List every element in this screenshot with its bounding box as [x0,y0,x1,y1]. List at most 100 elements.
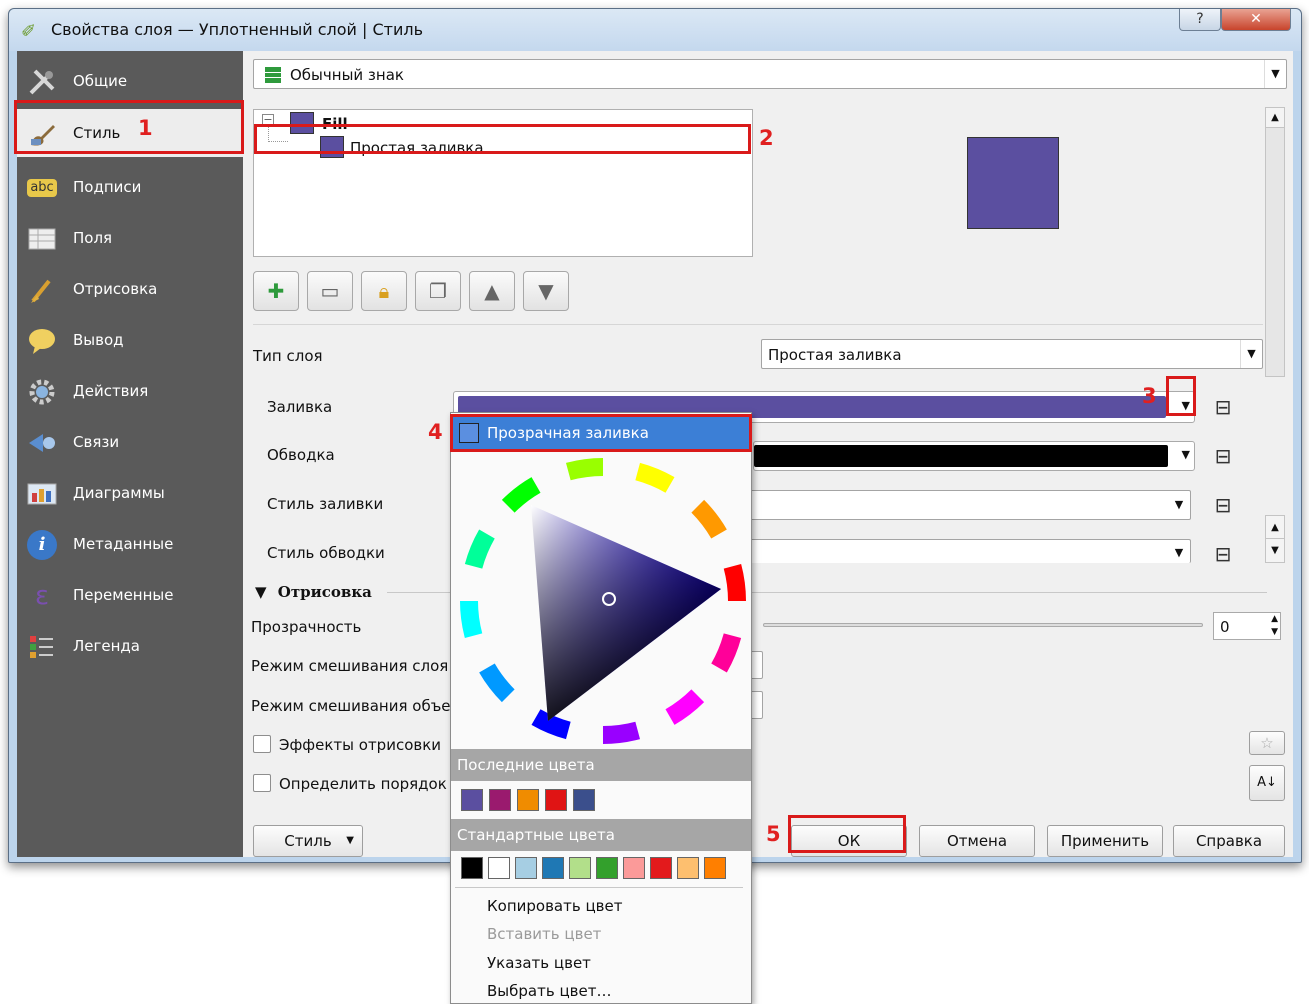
annotation-box-style [14,100,244,154]
effects-checkbox[interactable] [253,735,271,753]
stroke-color-bar [754,445,1168,467]
spin-up-icon[interactable]: ▲ [1271,613,1278,626]
apply-button[interactable]: Применить [1047,825,1163,857]
move-down-button[interactable]: ▼ [523,271,569,311]
opacity-slider[interactable] [763,623,1203,627]
data-defined-override-icon[interactable]: ⊟ [1205,491,1241,519]
stroke-label: Обводка [267,446,335,464]
annotation-box-fill-dropdown [1166,376,1196,416]
stroke-style-select[interactable]: ▼ [743,539,1191,563]
sidebar-item-label: Общие [73,72,128,90]
effects-settings-button[interactable]: ☆ [1249,731,1285,755]
scroll-down-icon[interactable]: ▼ [1266,539,1284,562]
sidebar-item-metadata[interactable]: i Метаданные [17,520,243,568]
sidebar-item-rendering[interactable]: Отрисовка [17,265,243,313]
sidebar-item-legend[interactable]: Легенда [17,622,243,670]
sidebar-item-diagrams[interactable]: Диаграммы [17,469,243,517]
annotation-number: 5 [766,822,781,846]
menu-separator [455,887,743,888]
standard-color-swatch[interactable] [542,857,564,879]
gear-icon [27,377,57,407]
recent-color-swatch[interactable] [517,789,539,811]
standard-color-swatch[interactable] [596,857,618,879]
remove-layer-button[interactable]: ▭ [307,271,353,311]
lock-layer-button[interactable]: 🔒︎ [361,271,407,311]
scroll-up-icon[interactable]: ▲ [1266,516,1284,539]
sidebar-item-display[interactable]: Вывод [17,316,243,364]
standard-color-swatch[interactable] [650,857,672,879]
renderer-select[interactable]: Обычный знак ▼ [253,59,1287,89]
sort-order-button[interactable]: A↓ [1249,765,1285,801]
help-button[interactable]: ? [1179,9,1221,31]
style-button-label: Стиль [284,832,332,850]
sidebar-item-labels[interactable]: abc Подписи [17,163,243,211]
style-panel: Обычный знак ▼ − Fill Простая заливка ▲ … [243,51,1293,857]
fill-style-select[interactable]: ▼ [743,490,1191,520]
chevron-down-icon[interactable]: ▼ [1182,448,1190,461]
order-label: Определить порядок с [279,775,460,793]
order-checkbox[interactable] [253,774,271,792]
annotation-number: 4 [428,420,443,444]
color-picker-popup: Прозрачная заливка Последние цвета Станд… [450,412,752,1004]
standard-color-swatch[interactable] [515,857,537,879]
sidebar-item-fields[interactable]: Поля [17,214,243,262]
chevron-down-icon: ▼ [1240,340,1262,368]
recent-color-swatch[interactable] [461,789,483,811]
annotation-box-simple-fill [254,124,751,154]
sidebar-item-label: Отрисовка [73,280,158,298]
add-layer-button[interactable]: ✚ [253,271,299,311]
close-button[interactable]: ✕ [1221,9,1291,31]
scrollbar-top[interactable]: ▲ [1265,107,1285,377]
abc-label-icon: abc [27,179,57,197]
sidebar-item-label: Легенда [73,637,140,655]
sidebar-item-joins[interactable]: Связи [17,418,243,466]
recent-color-swatch[interactable] [545,789,567,811]
sidebar-item-label: Метаданные [73,535,174,553]
layer-type-select[interactable]: Простая заливка ▼ [761,339,1263,369]
symbol-preview [967,137,1059,229]
recent-color-swatch[interactable] [489,789,511,811]
sidebar-item-general[interactable]: Общие [17,57,243,105]
recent-color-swatch[interactable] [573,789,595,811]
sidebar-item-actions[interactable]: Действия [17,367,243,415]
standard-color-swatch[interactable] [704,857,726,879]
speech-bubble-icon [27,326,57,356]
recent-colors-header: Последние цвета [451,749,751,781]
data-defined-override-icon[interactable]: ⊟ [1205,393,1241,421]
color-wheel[interactable] [455,453,751,749]
standard-color-swatch[interactable] [623,857,645,879]
qgis-icon: ✐ [21,21,37,42]
scroll-up-icon[interactable]: ▲ [1266,108,1284,128]
style-menu-button[interactable]: Стиль ▼ [253,825,363,857]
standard-color-swatch[interactable] [677,857,699,879]
rendering-section-header[interactable]: ▼ Отрисовка [255,583,372,601]
collapse-arrow-icon: ▼ [255,583,267,601]
help-dialog-button[interactable]: Справка [1173,825,1285,857]
copy-color-item[interactable]: Копировать цвет [487,897,622,915]
annotation-box-ok [788,815,906,853]
annotation-box-transparent [450,414,752,452]
sidebar-item-label: Диаграммы [73,484,165,502]
sidebar-item-variables[interactable]: ε Переменные [17,571,243,619]
standard-color-swatch[interactable] [488,857,510,879]
chevron-down-icon: ▼ [1264,60,1286,88]
data-defined-override-icon[interactable]: ⊟ [1205,442,1241,470]
divider [253,324,1263,325]
standard-color-swatch[interactable] [461,857,483,879]
move-up-button[interactable]: ▲ [469,271,515,311]
standard-color-swatch[interactable] [569,857,591,879]
pick-color-item[interactable]: Указать цвет [487,954,591,972]
spin-down-icon[interactable]: ▼ [1271,626,1278,639]
duplicate-layer-button[interactable]: ❐ [415,271,461,311]
sidebar-item-label: Поля [73,229,113,247]
sidebar-item-label: Переменные [73,586,174,604]
data-defined-override-icon[interactable]: ⊟ [1205,540,1241,568]
layer-type-label: Тип слоя [253,347,323,365]
stroke-color-button[interactable]: ▼ [753,441,1195,471]
scrollbar-settings[interactable]: ▲ ▼ [1265,515,1285,563]
annotation-number: 3 [1142,384,1157,408]
sidebar-item-label: Действия [73,382,149,400]
cancel-button[interactable]: Отмена [919,825,1035,857]
choose-color-item[interactable]: Выбрать цвет… [487,982,611,1000]
opacity-spinbox[interactable]: 0 ▲ ▼ [1213,612,1281,640]
